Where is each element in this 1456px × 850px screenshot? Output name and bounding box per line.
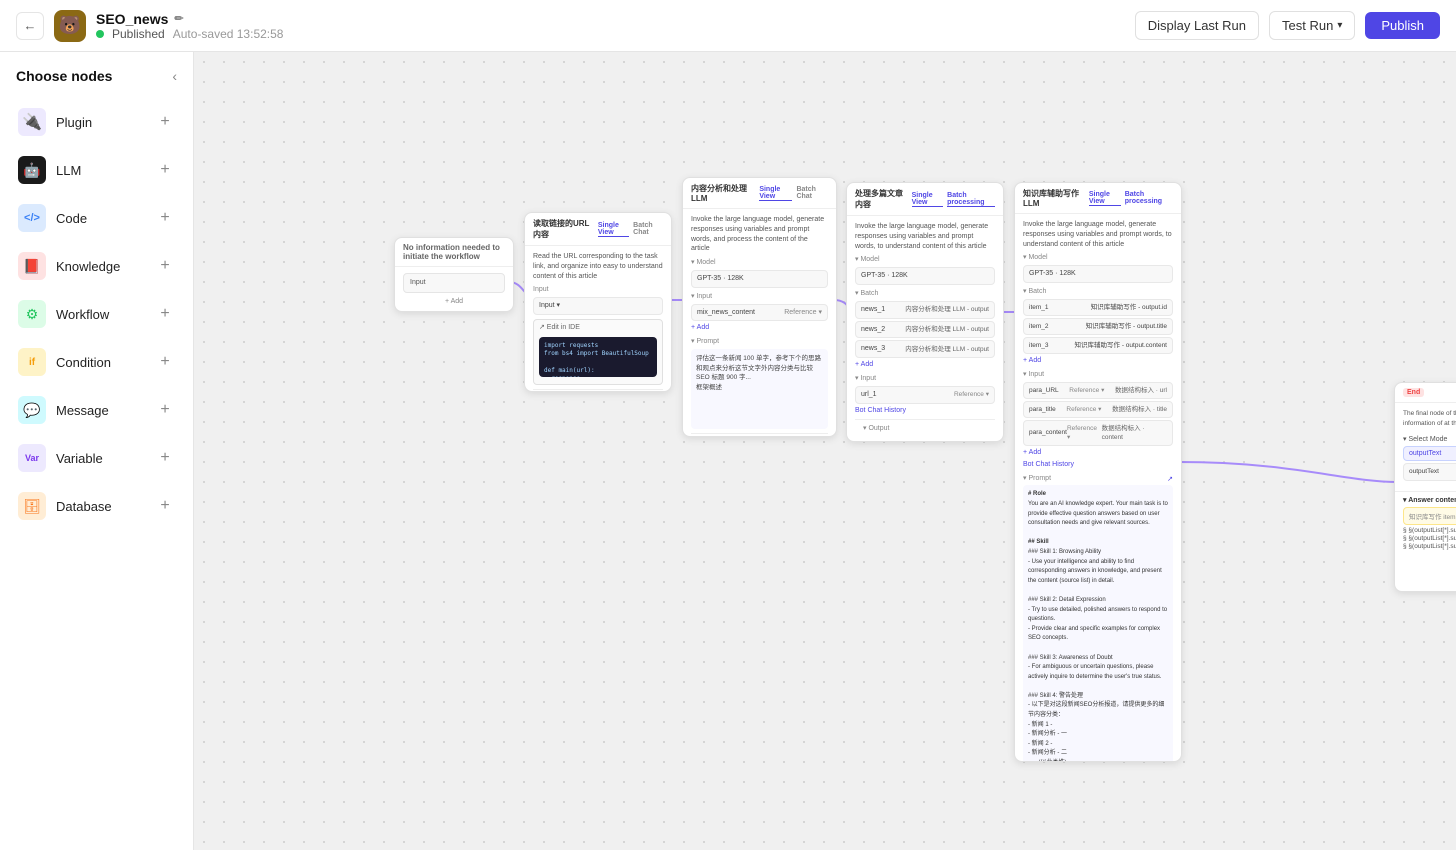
llm2-header: 处理多篇文章内容 Single View Batch processing bbox=[847, 183, 1003, 216]
end-node-header: End ... bbox=[1395, 383, 1456, 403]
knowledge-add-button[interactable]: + bbox=[155, 256, 175, 276]
message-add-button[interactable]: + bbox=[155, 400, 175, 420]
plugin-add-button[interactable]: + bbox=[155, 112, 175, 132]
sidebar-item-message[interactable]: 💬 Message + bbox=[8, 388, 185, 432]
start-node[interactable]: No information needed to initiate the wo… bbox=[394, 237, 514, 312]
back-icon: ← bbox=[24, 18, 37, 33]
llm2-body: Invoke the large language model, generat… bbox=[847, 216, 1003, 442]
back-button[interactable]: ← bbox=[16, 12, 44, 40]
main: Choose nodes ‹ 🔌 Plugin + 🤖 LLM + </> Co… bbox=[0, 52, 1456, 850]
app-icon: 🐻 bbox=[54, 10, 86, 42]
display-last-run-label: Display Last Run bbox=[1148, 18, 1246, 33]
workflow-icon: ⚙ bbox=[18, 300, 46, 328]
status-label: Published bbox=[112, 27, 165, 41]
variable-label: Variable bbox=[56, 451, 103, 466]
status-dot bbox=[96, 30, 104, 38]
llm1-body: Invoke the large language model, generat… bbox=[683, 209, 836, 437]
sidebar-item-plugin[interactable]: 🔌 Plugin + bbox=[8, 100, 185, 144]
variable-add-button[interactable]: + bbox=[155, 448, 175, 468]
database-label: Database bbox=[56, 499, 112, 514]
plugin-icon: 🔌 bbox=[18, 108, 46, 136]
llm1-node[interactable]: 内容分析和处理 LLM Single View Batch Chat Invok… bbox=[682, 177, 837, 437]
llm-label: LLM bbox=[56, 163, 81, 178]
llm1-header: 内容分析和处理 LLM Single View Batch Chat bbox=[683, 178, 836, 209]
knowledge-icon: 📕 bbox=[18, 252, 46, 280]
end-node[interactable]: End ... The final node of the workflow, … bbox=[1394, 382, 1456, 592]
condition-icon: if bbox=[18, 348, 46, 376]
sidebar-item-llm[interactable]: 🤖 LLM + bbox=[8, 148, 185, 192]
workflow-canvas[interactable]: No information needed to initiate the wo… bbox=[194, 52, 1456, 850]
start-node-header: No information needed to initiate the wo… bbox=[395, 238, 513, 267]
knowledge-label: Knowledge bbox=[56, 259, 120, 274]
app-name-label: SEO_news bbox=[96, 11, 168, 27]
sidebar: Choose nodes ‹ 🔌 Plugin + 🤖 LLM + </> Co… bbox=[0, 52, 194, 850]
status-row: Published Auto-saved 13:52:58 bbox=[96, 27, 283, 41]
url-read-node[interactable]: 读取链接的URL 内容 Single View Batch Chat Read … bbox=[524, 212, 672, 392]
llm-add-button[interactable]: + bbox=[155, 160, 175, 180]
start-node-body: Input + Add bbox=[395, 267, 513, 312]
topbar-left: ← 🐻 SEO_news ✏ Published Auto-saved 13:5… bbox=[16, 10, 1123, 42]
topbar: ← 🐻 SEO_news ✏ Published Auto-saved 13:5… bbox=[0, 0, 1456, 52]
database-add-button[interactable]: + bbox=[155, 496, 175, 516]
sidebar-item-knowledge[interactable]: 📕 Knowledge + bbox=[8, 244, 185, 288]
sidebar-title-row: Choose nodes ‹ bbox=[8, 68, 185, 96]
sidebar-item-condition[interactable]: if Condition + bbox=[8, 340, 185, 384]
llm-icon: 🤖 bbox=[18, 156, 46, 184]
sidebar-item-code[interactable]: </> Code + bbox=[8, 196, 185, 240]
test-run-label: Test Run bbox=[1282, 18, 1333, 33]
canvas-content: No information needed to initiate the wo… bbox=[194, 52, 1456, 850]
plugin-label: Plugin bbox=[56, 115, 92, 130]
condition-label: Condition bbox=[56, 355, 111, 370]
workflow-label: Workflow bbox=[56, 307, 109, 322]
llm3-node[interactable]: 知识库辅助写作 LLM Single View Batch processing… bbox=[1014, 182, 1182, 762]
llm2-node[interactable]: 处理多篇文章内容 Single View Batch processing In… bbox=[846, 182, 1004, 442]
connections-svg bbox=[194, 52, 1456, 850]
sidebar-item-database[interactable]: 🗄 Database + bbox=[8, 484, 185, 528]
sidebar-title: Choose nodes bbox=[16, 68, 112, 84]
workflow-add-button[interactable]: + bbox=[155, 304, 175, 324]
message-label: Message bbox=[56, 403, 109, 418]
publish-label: Publish bbox=[1381, 18, 1424, 33]
app-title: SEO_news ✏ bbox=[96, 11, 283, 27]
database-icon: 🗄 bbox=[18, 492, 46, 520]
chevron-down-icon: ▾ bbox=[1337, 20, 1342, 31]
display-last-run-button[interactable]: Display Last Run bbox=[1135, 11, 1259, 40]
publish-button[interactable]: Publish bbox=[1365, 12, 1440, 39]
topbar-right: Display Last Run Test Run ▾ Publish bbox=[1135, 11, 1440, 40]
edit-icon[interactable]: ✏ bbox=[174, 12, 183, 25]
code-add-button[interactable]: + bbox=[155, 208, 175, 228]
app-title-area: SEO_news ✏ Published Auto-saved 13:52:58 bbox=[96, 11, 283, 41]
llm3-body: Invoke the large language model, generat… bbox=[1015, 214, 1181, 762]
code-icon: </> bbox=[18, 204, 46, 232]
autosaved-label: Auto-saved 13:52:58 bbox=[173, 27, 284, 41]
url-read-body: Read the URL corresponding to the task l… bbox=[525, 246, 671, 392]
sidebar-item-workflow[interactable]: ⚙ Workflow + bbox=[8, 292, 185, 336]
test-run-button[interactable]: Test Run ▾ bbox=[1269, 11, 1355, 40]
llm3-header: 知识库辅助写作 LLM Single View Batch processing bbox=[1015, 183, 1181, 214]
variable-icon: Var bbox=[18, 444, 46, 472]
message-icon: 💬 bbox=[18, 396, 46, 424]
sidebar-collapse-icon[interactable]: ‹ bbox=[172, 68, 177, 84]
url-read-header: 读取链接的URL 内容 Single View Batch Chat bbox=[525, 213, 671, 246]
condition-add-button[interactable]: + bbox=[155, 352, 175, 372]
sidebar-item-variable[interactable]: Var Variable + bbox=[8, 436, 185, 480]
code-label: Code bbox=[56, 211, 87, 226]
